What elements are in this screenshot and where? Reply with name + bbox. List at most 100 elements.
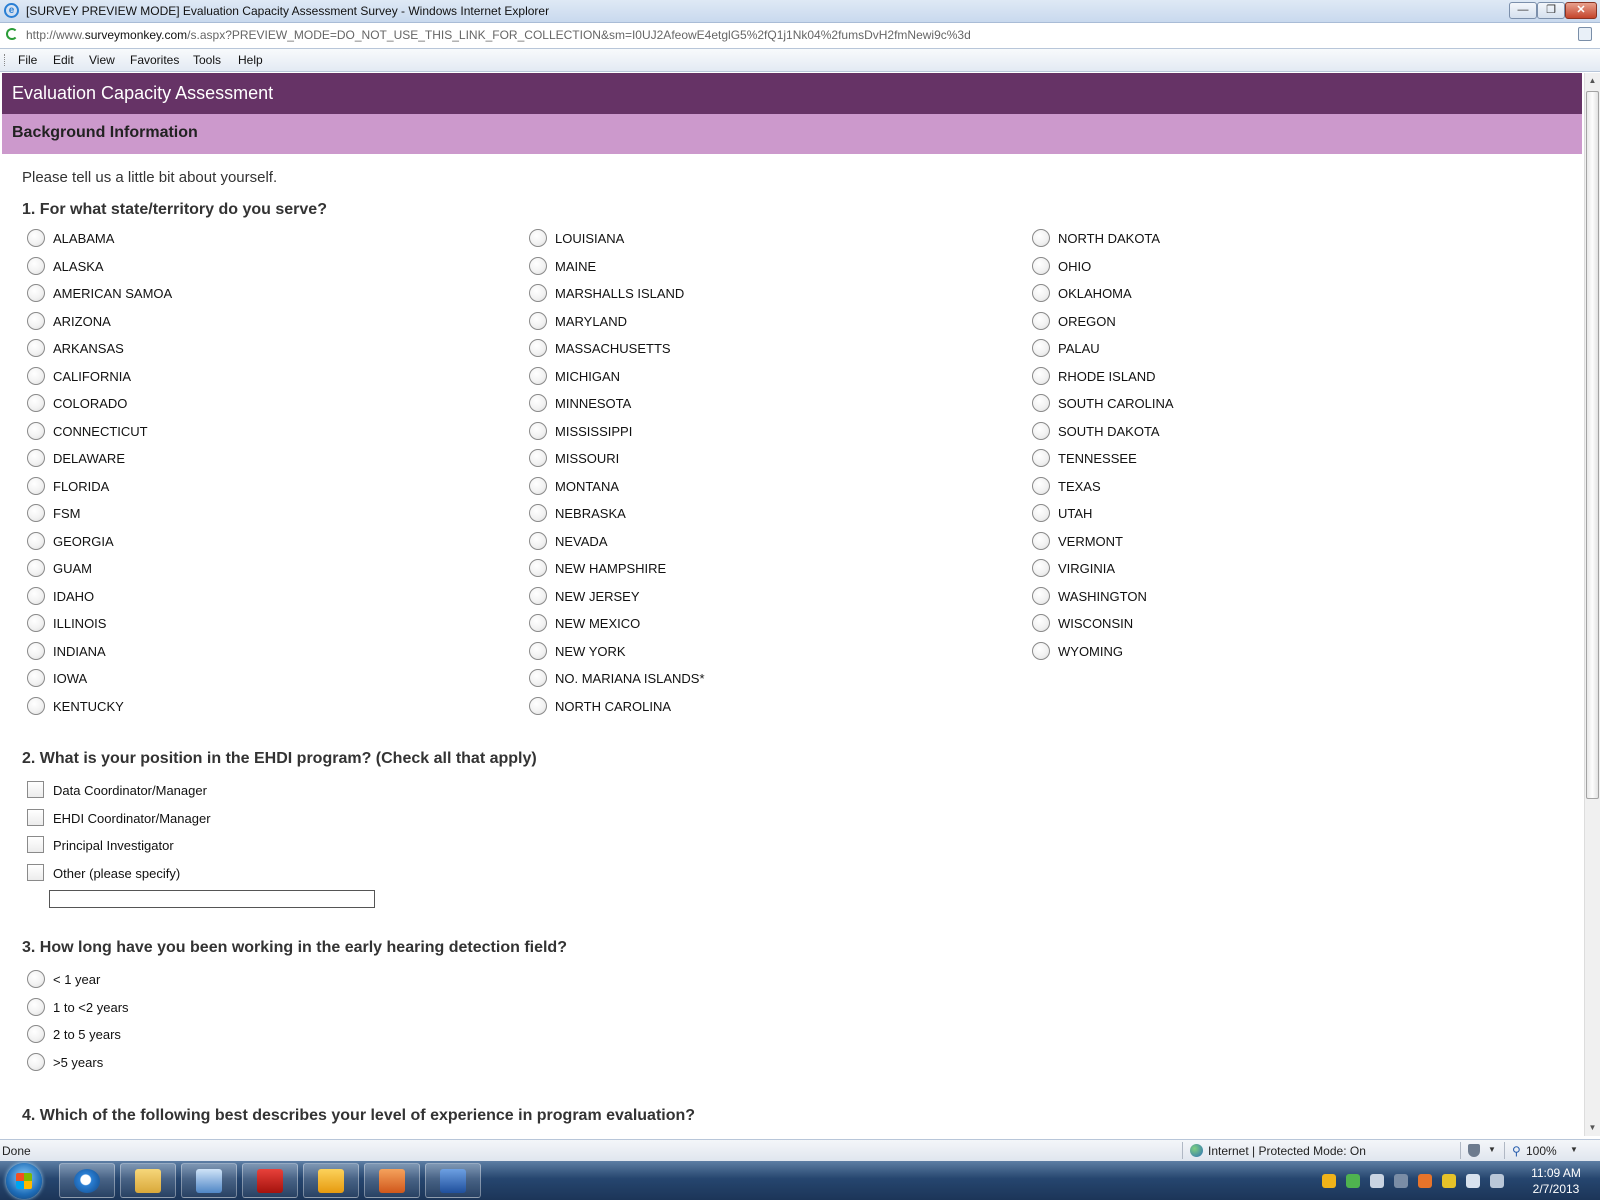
state-option-label[interactable]: INDIANA [53,644,106,659]
system-clock[interactable]: 11:09 AM 2/7/2013 [1516,1165,1596,1197]
state-option-label[interactable]: ARIZONA [53,314,111,329]
state-option-label[interactable]: UTAH [1058,506,1092,521]
radio-button[interactable] [529,256,547,275]
url-field[interactable]: http://www.surveymonkey.com/s.aspx?PREVI… [26,28,971,42]
toolbar-grip[interactable] [4,54,8,66]
radio-button[interactable] [27,394,45,412]
state-option-label[interactable]: MINNESOTA [555,396,631,411]
radio-button[interactable] [529,366,547,385]
network-icon[interactable] [1466,1174,1480,1188]
state-option-label[interactable]: MARSHALLS ISLAND [555,286,684,301]
state-option-label[interactable]: NEW YORK [555,644,626,659]
taskbar-ie[interactable] [59,1163,115,1198]
radio-button[interactable] [27,559,45,577]
radio-button[interactable] [27,614,45,632]
radio-button[interactable] [1032,504,1050,522]
state-option-label[interactable]: IOWA [53,671,87,686]
state-option-label[interactable]: SOUTH CAROLINA [1058,396,1174,411]
position-option-label[interactable]: Principal Investigator [53,838,174,853]
state-option-label[interactable]: OREGON [1058,314,1116,329]
protected-mode-icon[interactable] [1468,1144,1480,1157]
state-option-label[interactable]: TEXAS [1058,479,1101,494]
speaker-icon[interactable] [1490,1174,1504,1188]
menu-edit[interactable]: Edit [53,53,74,67]
radio-button[interactable] [1032,641,1050,660]
radio-button[interactable] [27,696,45,715]
state-option-label[interactable]: ALASKA [53,259,104,274]
security-tray-icon[interactable] [1346,1174,1360,1188]
checkbox[interactable] [27,836,44,853]
duration-option-label[interactable]: >5 years [53,1055,103,1070]
shield-tray-icon[interactable] [1442,1174,1456,1188]
state-option-label[interactable]: WISCONSIN [1058,616,1133,631]
taskbar-explorer[interactable] [120,1163,176,1198]
radio-button[interactable] [529,449,547,467]
position-option-label[interactable]: Data Coordinator/Manager [53,783,207,798]
taskbar-acrobat[interactable] [242,1163,298,1198]
menu-tools[interactable]: Tools [193,53,221,67]
radio-button[interactable] [27,229,45,247]
menu-help[interactable]: Help [238,53,263,67]
radio-button[interactable] [1032,256,1050,275]
radio-button[interactable] [529,229,547,247]
state-option-label[interactable]: TENNESSEE [1058,451,1137,466]
chevron-down-icon[interactable]: ▼ [1488,1145,1496,1154]
state-option-label[interactable]: FLORIDA [53,479,109,494]
radio-button[interactable] [1032,284,1050,302]
radio-button[interactable] [27,997,45,1016]
state-option-label[interactable]: IDAHO [53,589,94,604]
state-option-label[interactable]: WYOMING [1058,644,1123,659]
sync-tray-icon[interactable] [1418,1174,1432,1188]
minimize-button[interactable]: — [1509,2,1537,19]
state-option-label[interactable]: NEW HAMPSHIRE [555,561,666,576]
state-option-label[interactable]: ALABAMA [53,231,114,246]
zoom-icon[interactable]: ⚲ [1512,1144,1521,1158]
radio-button[interactable] [27,311,45,330]
radio-button[interactable] [27,339,45,357]
state-option-label[interactable]: CALIFORNIA [53,369,131,384]
state-option-label[interactable]: MICHIGAN [555,369,620,384]
show-hidden-icons-icon[interactable] [1394,1174,1408,1188]
radio-button[interactable] [529,284,547,302]
state-option-label[interactable]: GEORGIA [53,534,114,549]
radio-button[interactable] [1032,311,1050,330]
checkbox[interactable] [27,808,44,826]
scroll-down-arrow-icon[interactable]: ▼ [1585,1120,1600,1136]
scroll-thumb[interactable] [1586,91,1599,799]
security-zone-text[interactable]: Internet | Protected Mode: On [1208,1144,1366,1158]
radio-button[interactable] [27,1025,45,1043]
state-option-label[interactable]: NEVADA [555,534,608,549]
state-option-label[interactable]: VERMONT [1058,534,1123,549]
radio-button[interactable] [529,311,547,330]
state-option-label[interactable]: NEBRASKA [555,506,626,521]
radio-button[interactable] [529,421,547,440]
duration-option-label[interactable]: 1 to <2 years [53,1000,129,1015]
position-option-label[interactable]: Other (please specify) [53,866,180,881]
state-option-label[interactable]: NORTH DAKOTA [1058,231,1160,246]
position-option-label[interactable]: EHDI Coordinator/Manager [53,811,211,826]
state-option-label[interactable]: OKLAHOMA [1058,286,1132,301]
radio-button[interactable] [27,1052,45,1071]
state-option-label[interactable]: SOUTH DAKOTA [1058,424,1160,439]
radio-button[interactable] [529,394,547,412]
state-option-label[interactable]: ILLINOIS [53,616,106,631]
state-option-label[interactable]: CONNECTICUT [53,424,148,439]
radio-button[interactable] [1032,449,1050,467]
radio-button[interactable] [529,586,547,605]
radio-button[interactable] [529,476,547,495]
radio-button[interactable] [1032,394,1050,412]
radio-button[interactable] [1032,229,1050,247]
compatibility-view-icon[interactable] [1578,27,1592,41]
state-option-label[interactable]: OHIO [1058,259,1091,274]
other-specify-input[interactable] [49,890,375,908]
radio-button[interactable] [1032,421,1050,440]
radio-button[interactable] [27,256,45,275]
vertical-scrollbar[interactable]: ▲ ▼ [1584,73,1600,1136]
state-option-label[interactable]: AMERICAN SAMOA [53,286,172,301]
chevron-down-icon[interactable]: ▼ [1570,1145,1578,1154]
radio-button[interactable] [27,366,45,385]
zoom-level[interactable]: 100% [1526,1144,1557,1158]
state-option-label[interactable]: MASSACHUSETTS [555,341,671,356]
checkbox[interactable] [27,863,44,881]
menu-file[interactable]: File [18,53,37,67]
